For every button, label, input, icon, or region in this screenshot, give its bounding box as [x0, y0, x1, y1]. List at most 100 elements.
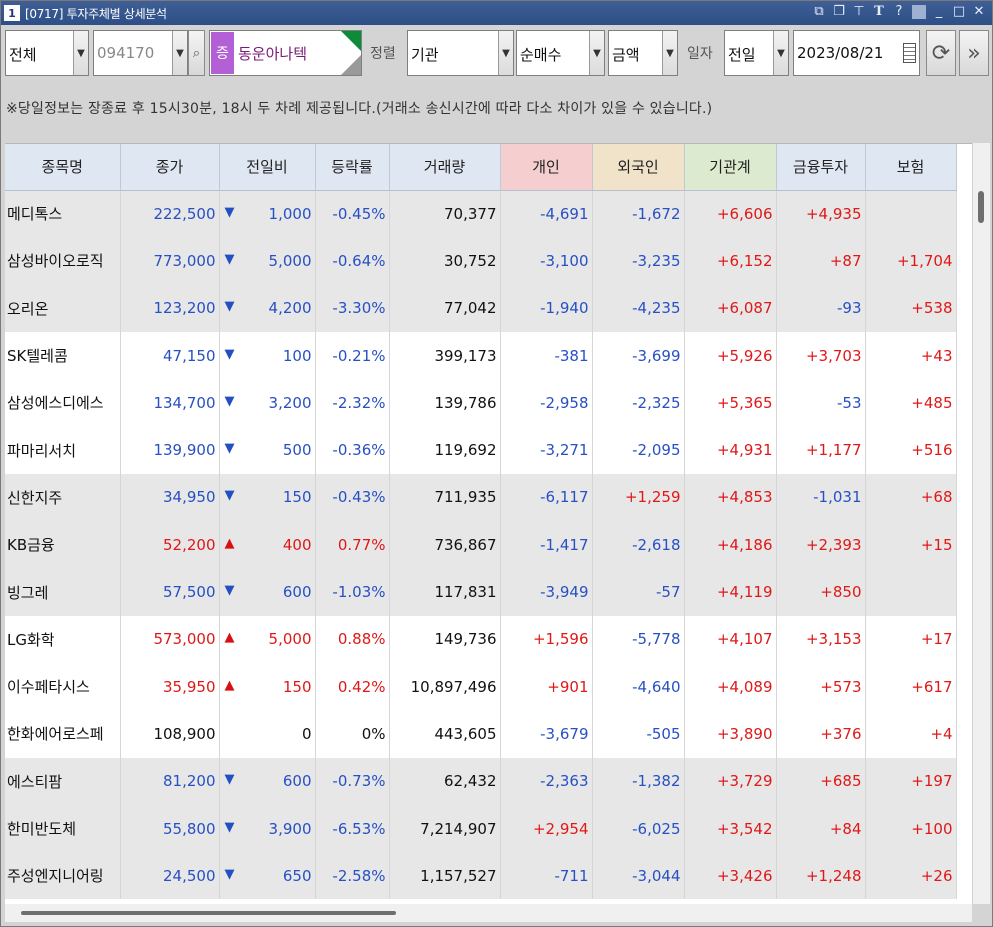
cell-stock-name-text: 이수페타시스 [7, 678, 90, 697]
cell-change: 0 [219, 710, 316, 758]
cell-foreign-text: -1,672 [632, 204, 681, 223]
copy-window-icon[interactable]: ❐ [832, 4, 846, 19]
table-row[interactable]: 에스티팜 81,200 ▼ 600 -0.73% 62,432 -2,363 -1,382 +3… [5, 757, 957, 805]
horizontal-scroll-thumb[interactable] [21, 911, 396, 915]
cell-institution: +3,426 [684, 852, 777, 900]
table-row[interactable]: 오리온 123,200 ▼ 4,200 -3.30% 77,042 -1,940 -4,235… [5, 284, 957, 332]
cell-stock-name: 삼성에스디에스 [5, 379, 121, 427]
cell-institution-text: +3,890 [716, 724, 773, 743]
cell-insurance: +26 [865, 852, 957, 900]
header-change[interactable]: 전일비 [219, 144, 316, 191]
refresh-button[interactable]: ⟳ [926, 30, 956, 76]
cell-close-text: 134,700 [153, 393, 216, 412]
chevron-down-icon[interactable]: ▼ [662, 31, 677, 75]
cell-financial-investment: +376 [776, 710, 866, 758]
table-row[interactable]: 이수페타시스 35,950 ▲ 150 0.42% 10,897,496 +901 -4,64… [5, 662, 957, 711]
cell-individual: -2,958 [500, 379, 593, 427]
cell-rate-text: 0.77% [337, 535, 386, 554]
market-select[interactable]: 전체 ▼ [5, 30, 89, 76]
horizontal-scrollbar[interactable] [5, 904, 972, 922]
cell-foreign: -6,025 [592, 804, 685, 853]
cell-volume: 399,173 [389, 331, 501, 380]
table-row[interactable]: 주성엔지니어링 24,500 ▼ 650 -2.58% 1,157,527 -711 -3,0… [5, 852, 957, 900]
cell-individual: -1,940 [500, 284, 593, 332]
date-input[interactable]: 2023/08/21 [793, 30, 920, 76]
investor-select[interactable]: 기관 ▼ [407, 30, 514, 76]
market-badge: 증 [211, 32, 234, 74]
date-value: 2023/08/21 [797, 44, 884, 62]
header-volume[interactable]: 거래량 [389, 144, 501, 191]
trade-type-select[interactable]: 순매수 ▼ [516, 30, 605, 76]
cell-stock-name: 메디톡스 [5, 190, 121, 238]
cell-rate: -6.53% [315, 804, 390, 853]
cell-institution: +3,890 [684, 710, 777, 758]
search-button[interactable]: ⌕ [188, 30, 205, 76]
arrow-up-icon: ▲ [224, 677, 235, 693]
font-size-icon[interactable]: T [872, 4, 886, 19]
header-insurance[interactable]: 보험 [865, 144, 957, 191]
pin-icon[interactable]: ⊤ [852, 4, 866, 19]
header-foreign[interactable]: 외국인 [592, 144, 685, 191]
header-rate[interactable]: 등락률 [315, 144, 390, 191]
maximize-icon[interactable]: □ [952, 4, 966, 19]
calendar-icon[interactable] [903, 43, 916, 63]
cell-individual-text: -1,417 [540, 535, 589, 554]
stock-code-select[interactable]: 094170 ▼ [93, 30, 188, 76]
cell-financial-investment-text: +3,703 [805, 346, 862, 365]
cell-rate: -3.30% [315, 284, 390, 332]
table-row[interactable]: 삼성바이오로직 773,000 ▼ 5,000 -0.64% 30,752 -3,100 -3… [5, 237, 957, 285]
cell-individual-text: -381 [554, 346, 589, 365]
cell-institution-text: +3,426 [716, 866, 773, 885]
cell-stock-name-text: 빙그레 [7, 583, 49, 602]
cell-rate: 0.88% [315, 615, 390, 663]
cell-insurance-text: +26 [920, 866, 953, 885]
unit-select[interactable]: 금액 ▼ [608, 30, 678, 76]
cell-insurance [865, 568, 957, 616]
cell-financial-investment-text: +573 [820, 677, 862, 696]
cell-rate: 0.77% [315, 521, 390, 569]
table-row[interactable]: 한화에어로스페 108,900 0 0% 443,605 -3,679 -505 +3,890… [5, 710, 957, 758]
vertical-scroll-thumb[interactable] [978, 191, 984, 223]
header-close[interactable]: 종가 [120, 144, 220, 191]
chevron-down-icon[interactable]: ▼ [172, 31, 187, 75]
next-button[interactable]: » [959, 30, 989, 76]
chevron-down-icon[interactable]: ▼ [73, 31, 88, 75]
table-row[interactable]: 메디톡스 222,500 ▼ 1,000 -0.45% 70,377 -4,691 -1,67… [5, 190, 957, 238]
cell-institution: +4,107 [684, 615, 777, 663]
chevron-down-icon[interactable]: ▼ [498, 31, 513, 75]
cell-individual-text: -3,949 [540, 583, 589, 602]
cell-change: ▲ 400 [219, 521, 316, 569]
vertical-scrollbar[interactable] [972, 143, 990, 904]
header-financial-investment[interactable]: 금융투자 [776, 144, 866, 191]
cell-insurance-text: +617 [911, 677, 953, 696]
stock-name-field[interactable]: 증 동운아나텍 [209, 30, 362, 76]
cell-change-text: 5,000 [268, 251, 312, 270]
cell-volume: 119,692 [389, 426, 501, 474]
table-row[interactable]: LG화학 573,000 ▲ 5,000 0.88% 149,736 +1,596 -5,77… [5, 615, 957, 663]
table-row[interactable]: SK텔레콤 47,150 ▼ 100 -0.21% 399,173 -381 -3,699 +5… [5, 331, 957, 380]
close-icon[interactable]: ✕ [972, 4, 986, 19]
cell-close-text: 222,500 [153, 204, 216, 223]
header-institution[interactable]: 기관계 [684, 144, 777, 191]
header-individual[interactable]: 개인 [500, 144, 593, 191]
cell-volume-text: 62,432 [444, 772, 497, 791]
chevron-down-icon[interactable]: ▼ [589, 31, 604, 75]
header-stock-name[interactable]: 종목명 [5, 144, 121, 191]
cell-insurance: +538 [865, 284, 957, 332]
minimize-icon[interactable]: _ [932, 4, 946, 19]
cell-close: 108,900 [120, 710, 220, 758]
table-row[interactable]: 빙그레 57,500 ▼ 600 -1.03% 117,831 -3,949 -57 +4,11… [5, 568, 957, 616]
cell-financial-investment: +4,935 [776, 190, 866, 238]
table-row[interactable]: 신한지주 34,950 ▼ 150 -0.43% 711,935 -6,117 +1,259 +… [5, 473, 957, 522]
period-select[interactable]: 전일 ▼ [724, 30, 789, 76]
table-row[interactable]: 한미반도체 55,800 ▼ 3,900 -6.53% 7,214,907 +2,954 -6… [5, 804, 957, 853]
cell-financial-investment-text: +87 [829, 251, 862, 270]
cell-insurance: +43 [865, 331, 957, 380]
link-icon[interactable]: ⧉ [812, 4, 826, 19]
help-icon[interactable]: ? [892, 4, 906, 19]
table-row[interactable]: 파마리서치 139,900 ▼ 500 -0.36% 119,692 -3,271 -2,09… [5, 426, 957, 474]
table-row[interactable]: 삼성에스디에스 134,700 ▼ 3,200 -2.32% 139,786 -2,958 -… [5, 379, 957, 427]
cell-institution-text: +3,729 [716, 772, 773, 791]
table-row[interactable]: KB금융 52,200 ▲ 400 0.77% 736,867 -1,417 -2,618 +4… [5, 521, 957, 569]
chevron-down-icon[interactable]: ▼ [773, 31, 788, 75]
